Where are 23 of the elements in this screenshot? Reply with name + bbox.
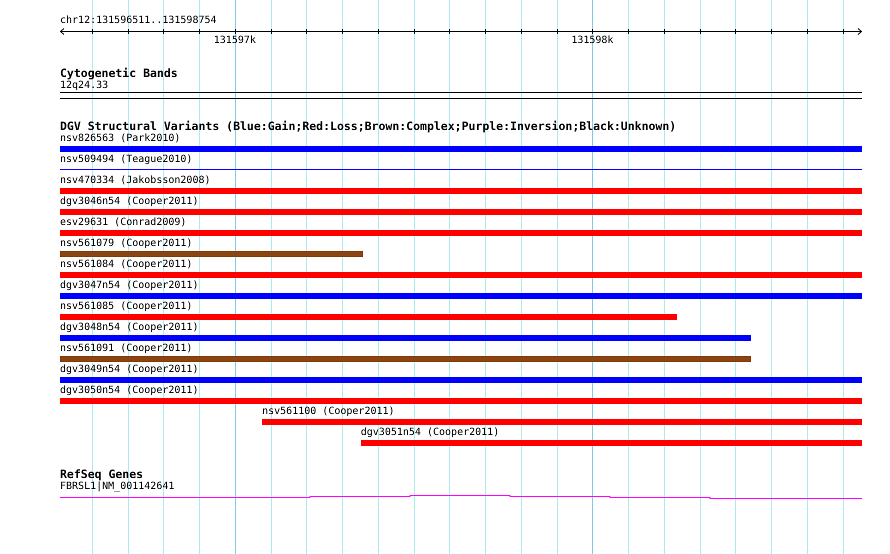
variant-label: esv29631 (Conrad2009) xyxy=(60,217,186,229)
variant-label: dgv3047n54 (Cooper2011) xyxy=(60,280,198,292)
variant-label: nsv509494 (Teague2010) xyxy=(60,154,192,166)
variant-label: dgv3048n54 (Cooper2011) xyxy=(60,322,198,334)
variant-label: nsv561079 (Cooper2011) xyxy=(60,238,192,250)
variant-label: dgv3050n54 (Cooper2011) xyxy=(60,385,198,397)
variant-label: nsv561084 (Cooper2011) xyxy=(60,259,192,271)
variant-label: nsv561091 (Cooper2011) xyxy=(60,343,192,355)
gene-label: FBRSL1|NM_001142641 xyxy=(60,481,174,493)
track-title: DGV Structural Variants (Blue:Gain;Red:Loss;Brown:Complex;Purple:Inversion;Black:Unknown) xyxy=(60,120,676,133)
tick-label: 131598k xyxy=(571,35,614,47)
variant-label: nsv826563 (Park2010) xyxy=(60,133,180,145)
variant-label: nsv470334 (Jakobsson2008) xyxy=(60,175,211,187)
variant-label: dgv3051n54 (Cooper2011) xyxy=(360,427,500,439)
variant-label: nsv561085 (Cooper2011) xyxy=(60,301,192,313)
coordinate-range: chr12:131596511..131598754 xyxy=(60,15,217,27)
track-title: Cytogenetic Bands xyxy=(60,67,178,80)
band-label: 12q24.33 xyxy=(60,80,108,92)
variant-label: dgv3049n54 (Cooper2011) xyxy=(60,364,198,376)
variant-label: dgv3046n54 (Cooper2011) xyxy=(60,196,198,208)
variant-label: nsv561100 (Cooper2011) xyxy=(262,406,395,418)
tick-label: 131597k xyxy=(214,35,256,47)
track-title: RefSeq Genes xyxy=(60,468,144,481)
